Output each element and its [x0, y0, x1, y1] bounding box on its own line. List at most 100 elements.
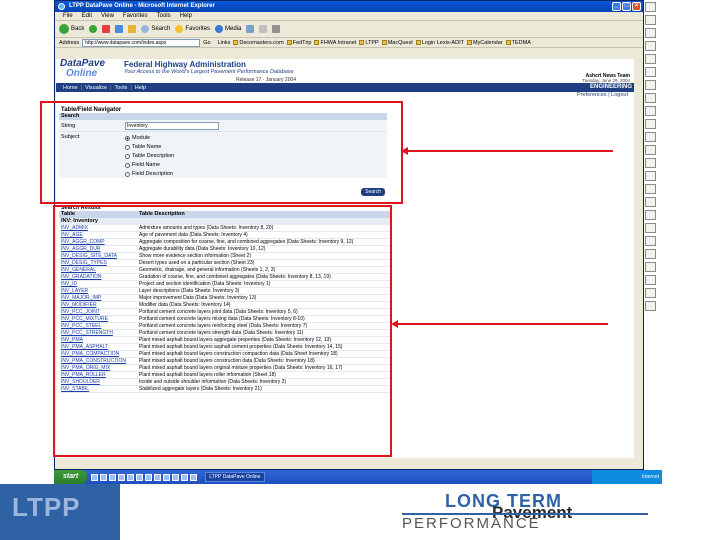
link-item-3[interactable]: LTPP [359, 40, 379, 46]
menu-view[interactable]: View [101, 12, 114, 20]
shortcut-icon[interactable] [645, 93, 656, 103]
shortcut-icon[interactable] [645, 249, 656, 259]
shortcut-icon[interactable] [645, 15, 656, 25]
agency-title: Federal Highway Administration [124, 60, 246, 69]
shortcut-icon[interactable] [645, 301, 656, 311]
menu-favorites[interactable]: Favorites [123, 12, 148, 20]
forward-arrow-icon[interactable] [89, 25, 98, 33]
page-icon [286, 40, 292, 45]
quick-launch-icon[interactable] [136, 473, 144, 481]
link-label: MacQuest [387, 39, 413, 46]
shortcut-icon[interactable] [645, 262, 656, 272]
page-icon [415, 40, 421, 45]
shortcut-icon[interactable] [645, 275, 656, 285]
shortcut-icon[interactable] [645, 80, 656, 90]
page-icon [381, 40, 387, 45]
address-input[interactable]: http://www.datapave.com/index.aspx [82, 38, 201, 47]
shortcut-icon[interactable] [645, 158, 656, 168]
link-label: MyCalendar [472, 39, 503, 46]
quick-launch-icon[interactable] [172, 473, 180, 481]
page-icon [466, 40, 472, 45]
arrow-line-top [408, 150, 613, 152]
quick-launch-icon[interactable] [181, 473, 189, 481]
user-links[interactable]: Preferences | Logout [56, 92, 634, 100]
shortcut-icon[interactable] [645, 132, 656, 142]
shortcut-icon[interactable] [645, 184, 656, 194]
favorites-button[interactable]: Favorites [175, 25, 210, 33]
shortcut-icon[interactable] [645, 197, 656, 207]
print-icon[interactable] [272, 25, 281, 33]
nav-visualize[interactable]: Visualize [82, 85, 110, 91]
quick-launch-icon[interactable] [163, 473, 171, 481]
search-button[interactable]: Search [141, 25, 170, 33]
shortcut-icon[interactable] [645, 28, 656, 38]
results-highlight-box [53, 205, 392, 457]
link-item-1[interactable]: FedTrip [286, 40, 311, 46]
window-title: LTPP DataPave Online - Microsoft Interne… [69, 3, 215, 9]
shortcut-icon[interactable] [645, 171, 656, 181]
quick-launch-icon[interactable] [91, 473, 99, 481]
navigator-highlight-box [40, 101, 403, 204]
link-item-7[interactable]: TEDMA [505, 39, 531, 46]
link-item-5[interactable]: Login Lexis-ADIT [415, 40, 464, 46]
right-icon-strip [645, 0, 659, 340]
start-button[interactable]: start [54, 470, 88, 484]
shortcut-icon[interactable] [645, 119, 656, 129]
shortcut-icon[interactable] [645, 67, 656, 77]
logo-line2: Online [66, 68, 98, 79]
links-label: Links [217, 39, 231, 46]
back-label: Back [71, 26, 85, 32]
close-icon[interactable]: × [632, 2, 641, 11]
site-banner: DataPave Online Federal Highway Administ… [56, 59, 634, 83]
datapave-logo[interactable]: DataPave Online [60, 59, 105, 79]
back-button[interactable]: Back [59, 24, 84, 34]
search-label: Search [151, 26, 171, 32]
address-bar: Address http://www.datapave.com/index.as… [55, 38, 643, 48]
quick-launch-icon[interactable] [145, 473, 153, 481]
maximize-icon[interactable]: □ [622, 2, 631, 11]
media-button[interactable]: Media [215, 25, 241, 33]
link-item-0[interactable]: Decomasters.com [233, 40, 284, 46]
shortcut-icon[interactable] [645, 288, 656, 298]
history-icon[interactable] [246, 25, 255, 33]
back-arrow-icon [59, 24, 69, 34]
shortcut-icon[interactable] [645, 2, 656, 12]
media-label: Media [225, 26, 242, 32]
go-button[interactable]: Go [203, 40, 210, 46]
mail-icon[interactable] [259, 25, 268, 33]
agency-tagline: Your Access to the World's Largest Pavem… [124, 69, 294, 75]
shortcut-icon[interactable] [645, 223, 656, 233]
shortcut-icon[interactable] [645, 106, 656, 116]
slide: LTPP DataPave Online - Microsoft Interne… [0, 0, 720, 540]
link-item-2[interactable]: FHWA Intranet [314, 40, 356, 46]
menu-edit[interactable]: Edit [82, 12, 92, 20]
shortcut-icon[interactable] [645, 54, 656, 64]
shortcut-icon[interactable] [645, 236, 656, 246]
minimize-icon[interactable]: _ [612, 2, 621, 11]
nav-help[interactable]: Help [132, 85, 149, 91]
menu-bar: File Edit View Favorites Tools Help [55, 12, 643, 21]
quick-launch-icon[interactable] [118, 473, 126, 481]
quick-launch-icon[interactable] [127, 473, 135, 481]
quick-launch-icon[interactable] [109, 473, 117, 481]
shortcut-icon[interactable] [645, 145, 656, 155]
quick-launch-icon[interactable] [100, 473, 108, 481]
refresh-icon[interactable] [115, 25, 124, 33]
arrow-head-top-icon [401, 147, 408, 155]
home-icon[interactable] [128, 25, 137, 33]
menu-tools[interactable]: Tools [157, 12, 171, 20]
link-label: TEDMA [511, 39, 531, 46]
shortcut-icon[interactable] [645, 41, 656, 51]
shortcut-icon[interactable] [645, 210, 656, 220]
link-item-4[interactable]: MacQuest [381, 39, 413, 46]
menu-file[interactable]: File [63, 12, 73, 20]
nav-tools[interactable]: Tools [111, 85, 130, 91]
page-icon [359, 40, 365, 45]
quick-launch-icon[interactable] [190, 473, 198, 481]
quick-launch-icon[interactable] [154, 473, 162, 481]
link-item-6[interactable]: MyCalendar [466, 39, 503, 46]
stop-icon[interactable] [102, 25, 111, 33]
taskbar-window-button[interactable]: LTPP DataPave Online [205, 472, 266, 482]
menu-help[interactable]: Help [180, 12, 192, 20]
nav-home[interactable]: Home [60, 85, 81, 91]
